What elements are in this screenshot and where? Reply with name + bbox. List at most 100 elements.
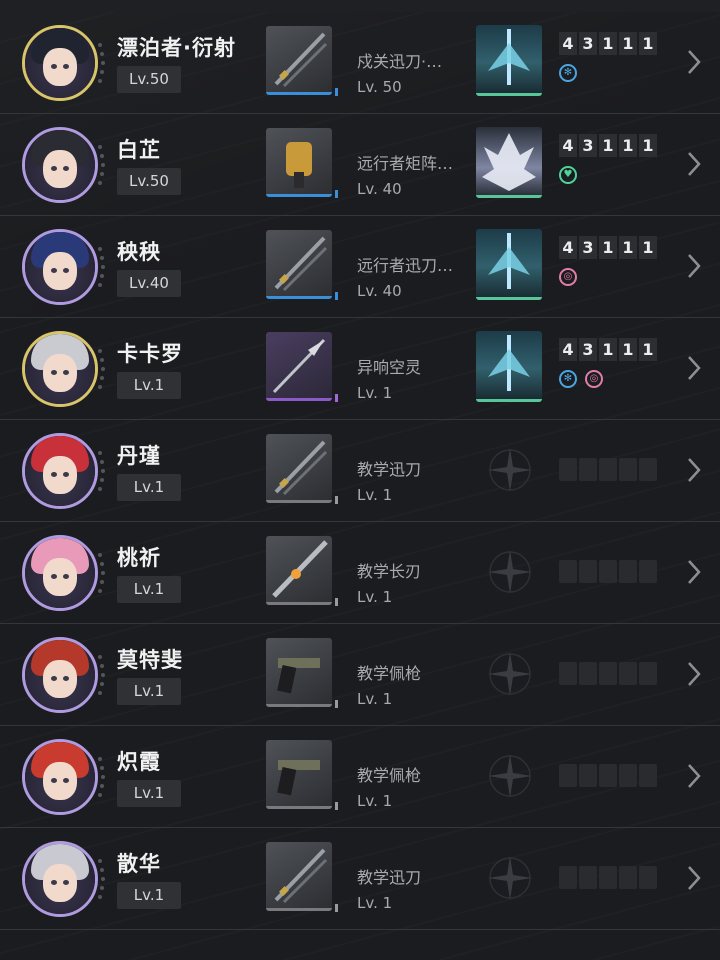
empty-echo-slot <box>559 764 577 787</box>
weapon-rarity-marker <box>335 904 338 912</box>
chevron-right-icon[interactable] <box>684 659 704 689</box>
echo-cost: 4 <box>559 32 577 55</box>
character-level: Lv.50 <box>117 66 181 93</box>
echo-cost-values: 43111 <box>559 32 657 55</box>
echo-cost: 1 <box>599 236 617 259</box>
weapon-level: Lv. 40 <box>357 180 402 198</box>
character-row[interactable]: 秧秧 Lv.40 远行者迅刀… Lv. 40 4 3 1 1 1 ◎ <box>0 216 720 318</box>
echo-icon[interactable] <box>476 229 542 300</box>
chevron-right-icon[interactable] <box>684 47 704 77</box>
character-avatar <box>22 535 105 611</box>
weapon-level: Lv. 50 <box>357 78 402 96</box>
character-row[interactable]: 莫特斐 Lv.1 教学佩枪 Lv. 1 <box>0 624 720 726</box>
echo-cost: 1 <box>639 134 657 157</box>
character-row[interactable]: 漂泊者·衍射 Lv.50 戍关迅刀·… Lv. 50 4 3 1 1 1 ✻ <box>0 12 720 114</box>
echo-icon[interactable] <box>476 331 542 402</box>
weapon-icon[interactable] <box>266 332 332 401</box>
empty-echo-slot <box>639 764 657 787</box>
empty-echo-slot <box>619 560 637 583</box>
echo-cost: 1 <box>639 32 657 55</box>
weapon-icon[interactable] <box>266 740 332 809</box>
sonata-effects: ✻ <box>559 64 577 82</box>
echo-cost: 1 <box>639 236 657 259</box>
echo-cost: 1 <box>639 338 657 361</box>
echo-cost-values: 43111 <box>559 134 657 157</box>
empty-echo-slot <box>599 560 617 583</box>
empty-echo-slot <box>619 458 637 481</box>
echo-icon[interactable] <box>476 25 542 96</box>
weapon-level: Lv. 1 <box>357 588 393 606</box>
sparkle-icon <box>482 442 538 498</box>
character-name: 丹瑾 <box>117 444 161 468</box>
resonance-chain-dots <box>94 43 105 83</box>
avatar-portrait <box>22 229 98 305</box>
empty-echo-slots <box>559 560 657 583</box>
character-level: Lv.50 <box>117 168 181 195</box>
empty-echo-slots <box>559 866 657 889</box>
empty-echo-slot <box>619 866 637 889</box>
weapon-icon[interactable] <box>266 842 332 911</box>
character-avatar <box>22 25 105 101</box>
character-level: Lv.1 <box>117 372 181 399</box>
weapon-name: 教学佩枪 <box>357 766 422 785</box>
weapon-name: 异响空灵 <box>357 358 422 377</box>
weapon-rarity-marker <box>335 292 338 300</box>
weapon-icon[interactable] <box>266 26 332 95</box>
character-level: Lv.1 <box>117 882 181 909</box>
weapon-icon[interactable] <box>266 434 332 503</box>
weapon-level: Lv. 40 <box>357 282 402 300</box>
empty-echo-slot <box>599 458 617 481</box>
character-row[interactable]: 桃祈 Lv.1 教学长刃 Lv. 1 <box>0 522 720 624</box>
character-name: 秧秧 <box>117 240 161 264</box>
sparkle-icon <box>482 646 538 702</box>
sonata-effects: ♥ <box>559 166 577 184</box>
chevron-right-icon[interactable] <box>684 353 704 383</box>
echo-cost: 4 <box>559 236 577 259</box>
avatar-portrait <box>22 433 98 509</box>
character-row[interactable]: 散华 Lv.1 教学迅刀 Lv. 1 <box>0 828 720 930</box>
sparkle-icon <box>482 748 538 804</box>
resonance-chain-dots <box>94 349 105 389</box>
chevron-right-icon[interactable] <box>684 863 704 893</box>
weapon-icon[interactable] <box>266 128 332 197</box>
chevron-right-icon[interactable] <box>684 251 704 281</box>
character-name: 卡卡罗 <box>117 342 183 366</box>
empty-echo-slot <box>639 662 657 685</box>
empty-echo-slot <box>619 662 637 685</box>
sonata-icon: ✻ <box>559 64 577 82</box>
character-list: 漂泊者·衍射 Lv.50 戍关迅刀·… Lv. 50 4 3 1 1 1 ✻ 白芷 Lv.50 远行者矩… <box>0 12 720 930</box>
chevron-right-icon[interactable] <box>684 557 704 587</box>
echo-cost: 1 <box>599 338 617 361</box>
weapon-icon[interactable] <box>266 638 332 707</box>
avatar-portrait <box>22 127 98 203</box>
character-name: 白芷 <box>117 138 161 162</box>
chevron-right-icon[interactable] <box>684 455 704 485</box>
avatar-portrait <box>22 331 98 407</box>
character-avatar <box>22 433 105 509</box>
empty-echo-slots <box>559 764 657 787</box>
chevron-right-icon[interactable] <box>684 761 704 791</box>
character-row[interactable]: 白芷 Lv.50 远行者矩阵… Lv. 40 4 3 1 1 1 ♥ <box>0 114 720 216</box>
empty-echo-slot <box>559 662 577 685</box>
weapon-rarity-marker <box>335 700 338 708</box>
character-row[interactable]: 卡卡罗 Lv.1 异响空灵 Lv. 1 4 3 1 1 1 ✻ ◎ <box>0 318 720 420</box>
echo-cost: 1 <box>599 32 617 55</box>
weapon-level: Lv. 1 <box>357 894 393 912</box>
echo-cost: 3 <box>579 338 597 361</box>
weapon-rarity-marker <box>335 394 338 402</box>
avatar-portrait <box>22 637 98 713</box>
resonance-chain-dots <box>94 859 105 899</box>
echo-icon[interactable] <box>476 127 542 198</box>
chevron-right-icon[interactable] <box>684 149 704 179</box>
resonance-chain-dots <box>94 655 105 695</box>
weapon-icon[interactable] <box>266 230 332 299</box>
weapon-name: 戍关迅刀·… <box>357 52 443 71</box>
character-level: Lv.1 <box>117 576 181 603</box>
character-avatar <box>22 739 105 815</box>
character-avatar <box>22 331 105 407</box>
character-avatar <box>22 127 105 203</box>
character-row[interactable]: 炽霞 Lv.1 教学佩枪 Lv. 1 <box>0 726 720 828</box>
character-row[interactable]: 丹瑾 Lv.1 教学迅刀 Lv. 1 <box>0 420 720 522</box>
sonata-icon: ◎ <box>585 370 603 388</box>
weapon-icon[interactable] <box>266 536 332 605</box>
